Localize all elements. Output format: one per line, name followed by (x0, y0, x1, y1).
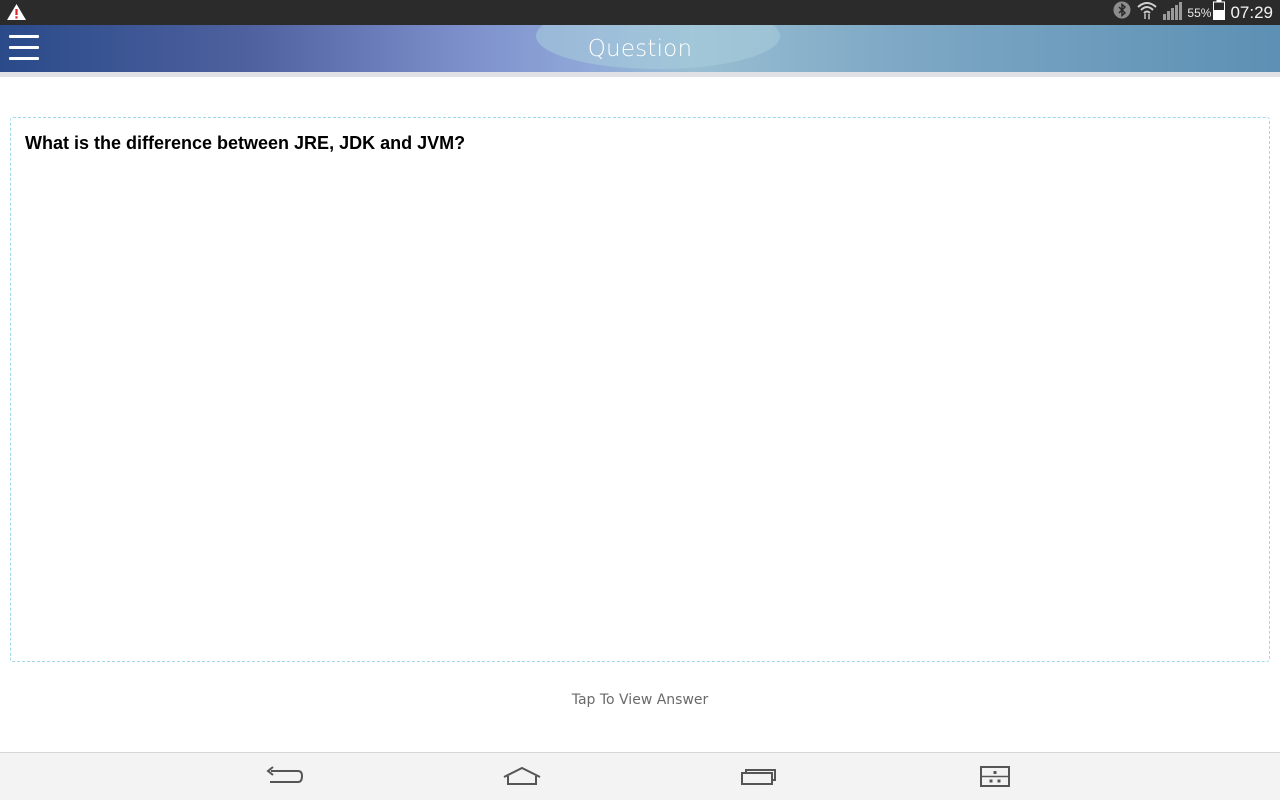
bluetooth-icon (1113, 1, 1131, 24)
signal-icon (1163, 1, 1183, 25)
page-title: Question (587, 36, 693, 62)
home-icon[interactable] (497, 763, 547, 791)
screen-capture-icon[interactable] (970, 763, 1020, 791)
question-card[interactable]: What is the difference between JRE, JDK … (10, 117, 1270, 662)
tap-to-view-answer-link[interactable]: Tap To View Answer (0, 692, 1280, 708)
clock: 07:29 (1230, 2, 1273, 22)
question-text: What is the difference between JRE, JDK … (25, 133, 466, 153)
battery-icon (1213, 0, 1226, 25)
back-icon[interactable] (260, 763, 310, 791)
warning-triangle-icon (6, 3, 27, 22)
navigation-bar (0, 752, 1280, 800)
wifi-icon (1137, 1, 1158, 25)
battery-percent: 55% (1187, 5, 1212, 20)
recent-apps-icon[interactable] (733, 763, 783, 791)
app-bar-divider (0, 72, 1280, 77)
status-bar: 55% 07:29 (0, 0, 1280, 25)
